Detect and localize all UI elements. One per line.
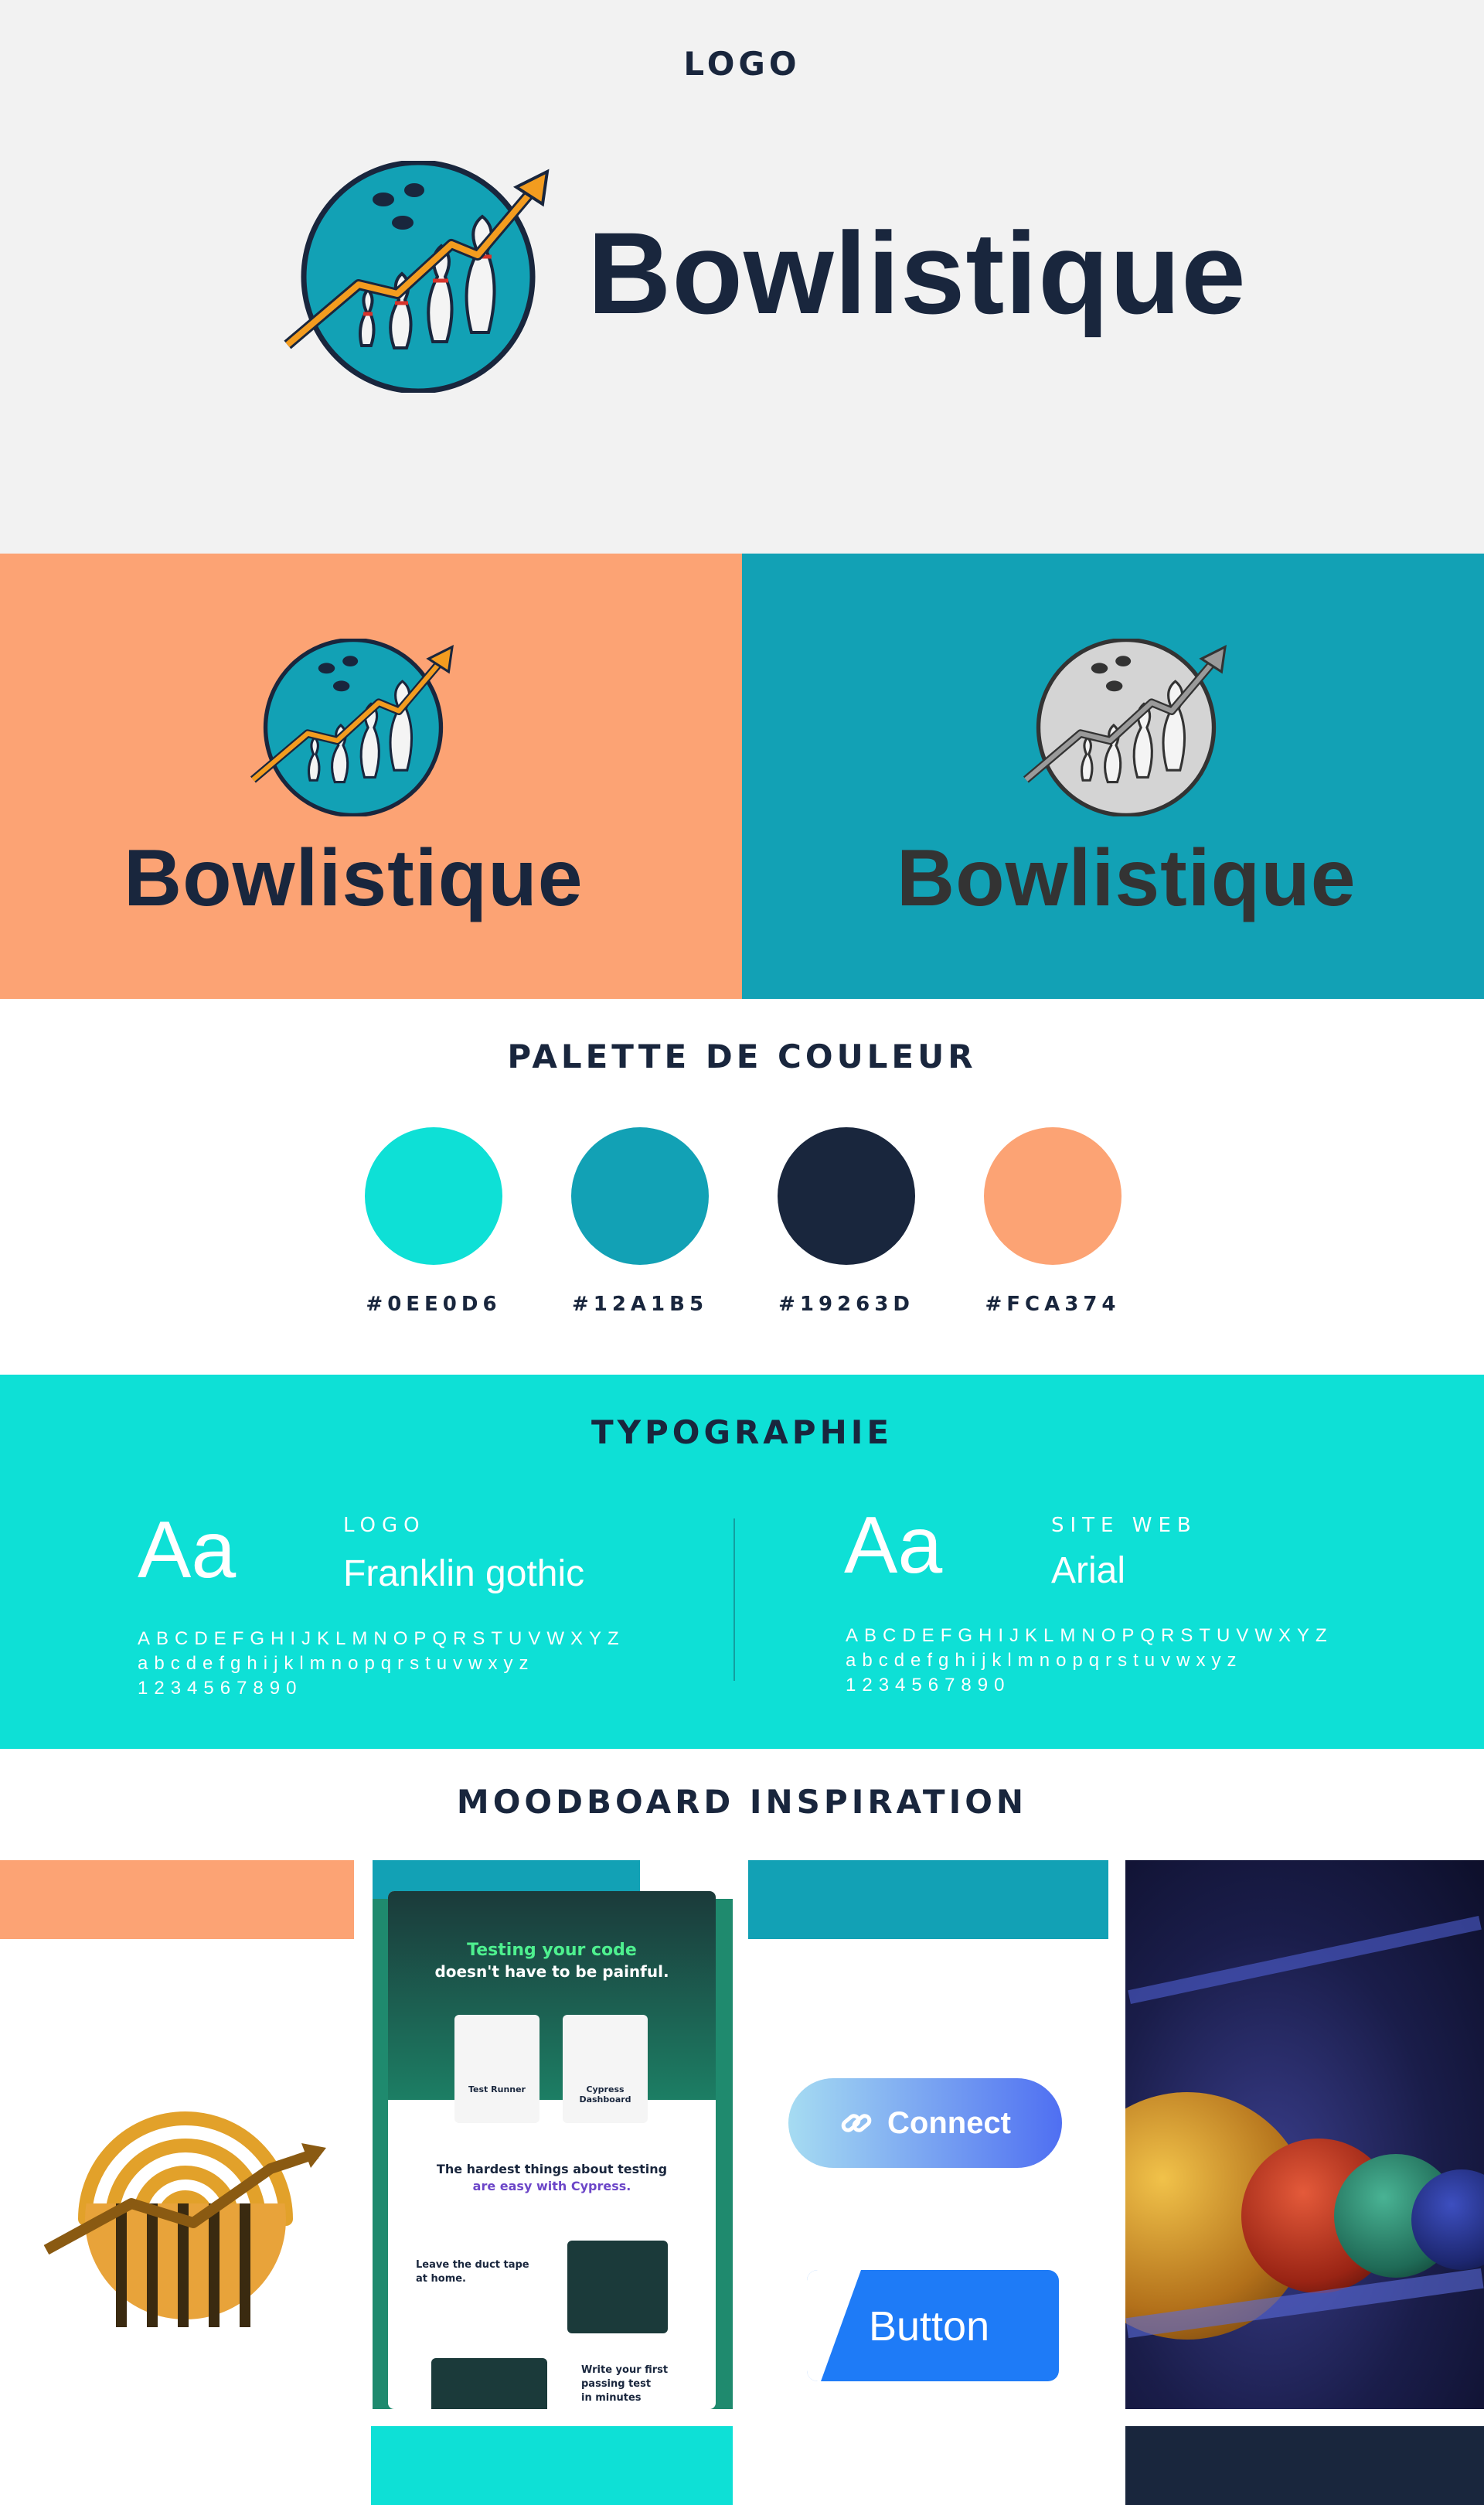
- website-section-title: The hardest things about testing: [436, 2162, 668, 2176]
- swatch-label: #FCA374: [985, 1293, 1121, 1316]
- plain-button-label: Button: [869, 2303, 990, 2350]
- website-section-subtitle: are easy with Cypress.: [472, 2179, 631, 2193]
- font-name-web: Arial: [1051, 1550, 1126, 1591]
- website-card-title: Cypress Dashboard: [579, 2084, 631, 2105]
- swatch-label: #19263D: [778, 1293, 914, 1316]
- website-headline-2: doesn't have to be painful.: [434, 1962, 669, 1981]
- connect-button[interactable]: Connect: [788, 2078, 1062, 2168]
- color-swatch-teal: [571, 1127, 709, 1265]
- variant-wordmark-teal: Bowlistique: [897, 833, 1356, 923]
- logo-variant-orange: Bowlistique: [0, 554, 742, 999]
- swatch-label: #0EE0D6: [366, 1293, 502, 1316]
- color-swatch-peach: [984, 1127, 1122, 1265]
- website-feature-title: in minutes: [581, 2392, 642, 2404]
- ball-rack-rail: [1128, 1915, 1482, 2005]
- moodboard-swatch-teal: [748, 1860, 1108, 1939]
- bowling-ball-pins-arrow-icon: [284, 161, 550, 393]
- logo-section-title: LOGO: [683, 45, 801, 83]
- moodboard-swatch-turquoise: [371, 2426, 733, 2505]
- font-name-logo: Franklin gothic: [343, 1553, 585, 1594]
- font-sample-logo: Aa: [138, 1505, 237, 1595]
- swatch-label: #12A1B5: [571, 1293, 709, 1316]
- logo-section: LOGO Bowlistique: [0, 0, 1484, 554]
- moodboard-section-title: MOODBOARD INSPIRATION: [456, 1783, 1028, 1821]
- bowling-balls-photo: [1125, 1860, 1484, 2409]
- font-category-logo: LOGO: [343, 1514, 426, 1537]
- digits-web: 1234567890: [846, 1675, 1011, 1696]
- digits-logo: 1234567890: [138, 1678, 303, 1699]
- moodboard-swatch-peach: [0, 1860, 354, 1939]
- logo-variant-teal: Bowlistique: [742, 554, 1484, 999]
- website-card-title: Test Runner: [468, 2084, 526, 2094]
- website-mockup: Testing your code doesn't have to be pai…: [388, 1891, 716, 2409]
- alphabet-upper-logo: ABCDEFGHIJKLMNOPQRSTUVWXYZ: [138, 1628, 625, 1649]
- website-feature-title: Write your first: [581, 2364, 669, 2376]
- inspiration-logo-rings-icon: [43, 2111, 326, 2327]
- color-swatch-navy: [778, 1127, 915, 1265]
- website-card: [563, 2015, 648, 2123]
- link-icon: [841, 2114, 872, 2132]
- alphabet-lower-logo: abcdefghijklmnopqrstuvwxyz: [138, 1653, 535, 1674]
- website-feature-title: passing test: [581, 2378, 652, 2390]
- logo-wordmark: Bowlistique: [587, 208, 1247, 338]
- variant-wordmark-orange: Bowlistique: [124, 833, 584, 923]
- connect-button-label: Connect: [887, 2105, 1011, 2140]
- palette-section-title: PALETTE DE COULEUR: [507, 1038, 977, 1075]
- website-headline-1: Testing your code: [467, 1941, 637, 1960]
- typography-section: TYPOGRAPHIE Aa LOGO Franklin gothic ABCD…: [0, 1375, 1484, 1749]
- plain-button[interactable]: Button: [807, 2270, 1059, 2381]
- typography-section-title: TYPOGRAPHIE: [591, 1413, 893, 1451]
- alphabet-upper-web: ABCDEFGHIJKLMNOPQRSTUVWXYZ: [846, 1625, 1333, 1646]
- moodboard-swatch-navy: [1125, 2426, 1484, 2505]
- typography-divider: [733, 1518, 735, 1681]
- font-category-web: SITE WEB: [1051, 1514, 1197, 1537]
- bowling-ball-pins-arrow-icon: [1023, 639, 1227, 816]
- website-feature-title: Leave the duct tape: [416, 2259, 529, 2271]
- website-screenshot: [431, 2358, 547, 2409]
- bowling-ball-pins-arrow-icon: [250, 639, 454, 816]
- alphabet-lower-web: abcdefghijklmnopqrstuvwxyz: [846, 1650, 1243, 1671]
- color-swatch-turquoise: [365, 1127, 502, 1265]
- website-hero: [388, 1891, 716, 2100]
- website-card: [454, 2015, 539, 2123]
- website-screenshot: [567, 2241, 668, 2333]
- website-feature-title: at home.: [416, 2273, 466, 2285]
- font-sample-web: Aa: [844, 1501, 943, 1590]
